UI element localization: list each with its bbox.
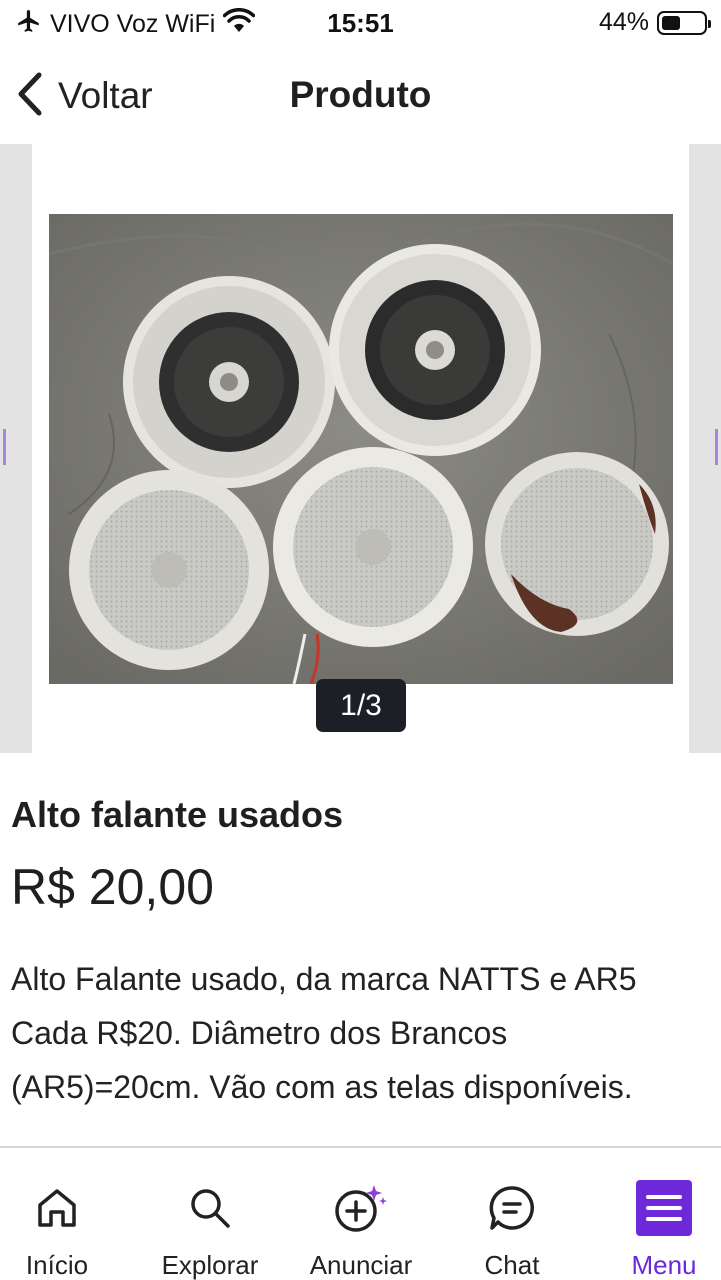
menu-icon [634,1178,694,1238]
nav-label-chat: Chat [484,1250,540,1280]
previous-image-peek[interactable] [0,144,32,753]
status-bar: VIVO Voz WiFi 15:51 44% [0,0,721,48]
nav-label-menu: Menu [631,1250,697,1280]
battery-icon [657,10,711,35]
carousel-next-indicator [715,429,721,465]
speakers-photo [49,214,673,684]
description-line: Cada R$20. Diâmetro dos Brancos [11,1015,508,1051]
description-line: (AR5)=20cm. Vão com as telas disponíveis… [11,1069,633,1105]
next-image-peek[interactable] [689,144,721,753]
nav-label-explorar: Explorar [161,1250,259,1280]
nav-label-inicio: Início [25,1250,89,1280]
product-title: Alto falante usados [11,794,344,835]
battery-fill [662,15,680,30]
menu-icon-box [636,1180,692,1236]
image-carousel[interactable]: 1/3 [0,144,721,753]
photo-counter: 1/3 [316,679,406,732]
nav-item-anunciar[interactable]: Anunciar [303,1148,419,1280]
product-photo[interactable] [49,214,673,684]
add-sparkle-icon [331,1178,391,1238]
status-right: 44% [598,8,711,37]
description-line: Alto Falante usado, da marca NATTS e AR5 [11,961,637,997]
product-price: R$ 20,00 [11,859,214,915]
bottom-nav: Início Explorar Anunciar Chat Menu [0,1146,721,1280]
chat-icon [482,1178,542,1238]
nav-header: Voltar Produto [0,48,721,144]
nav-item-chat[interactable]: Chat [472,1148,552,1280]
carousel-prev-indicator [0,429,6,465]
nav-item-explorar[interactable]: Explorar [155,1148,265,1280]
nav-item-menu[interactable]: Menu [619,1148,709,1280]
nav-item-inicio[interactable]: Início [17,1148,97,1280]
search-icon [180,1178,240,1238]
nav-label-anunciar: Anunciar [309,1250,413,1280]
product-description: Alto Falante usado, da marca NATTS e AR5… [11,952,717,1114]
home-icon [27,1178,87,1238]
battery-percent: 44% [598,8,649,36]
page-title: Produto [289,74,432,115]
